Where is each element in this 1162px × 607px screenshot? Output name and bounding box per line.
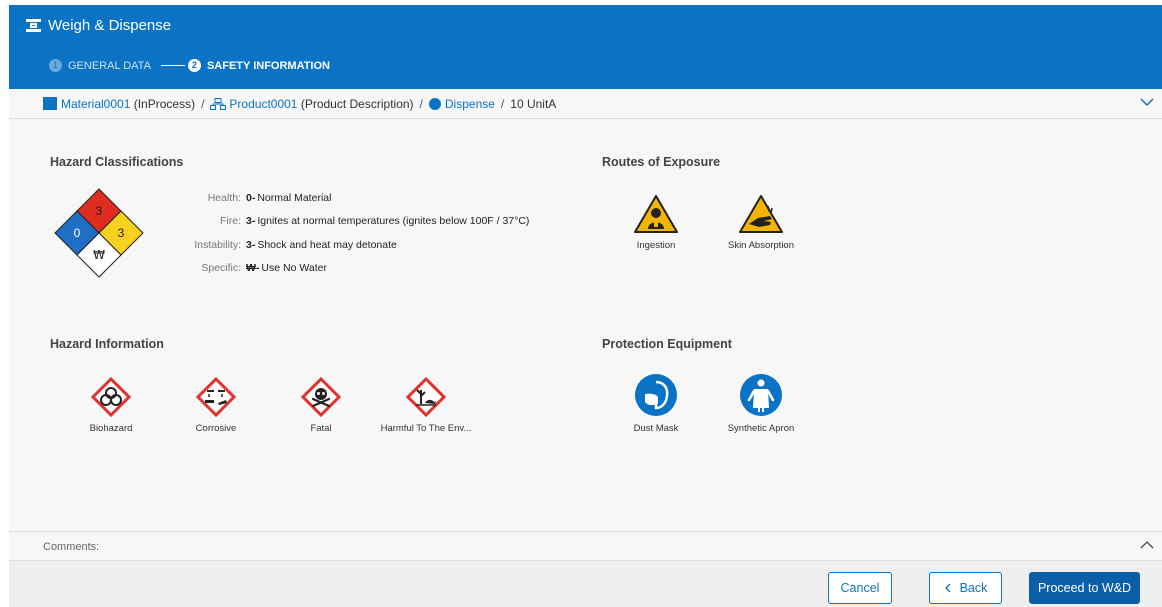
operation-icon: [428, 97, 441, 110]
action-footer: Cancel Back Proceed to W&D: [9, 561, 1162, 607]
breadcrumb-operation[interactable]: Dispense: [428, 97, 495, 111]
hazard-label: Instability:: [194, 238, 241, 251]
hazard-text: Use No Water: [261, 262, 327, 275]
hazard-label: Specific:: [201, 262, 241, 275]
cancel-button[interactable]: Cancel: [828, 572, 892, 604]
chevron-up-icon[interactable]: [1140, 540, 1154, 550]
hazard-label: Fatal: [310, 423, 332, 434]
skull-crossbones-icon: [301, 377, 341, 417]
hazard-label: Corrosive: [195, 423, 237, 434]
hazard-row-health: Health: 0- Normal Material: [185, 186, 529, 210]
hazard-row-specific: Specific: ₩- Use No Water: [185, 257, 529, 281]
product-structure-icon: [210, 97, 227, 110]
protection-equipment-title: Protection Equipment: [602, 337, 732, 351]
breadcrumb-material[interactable]: Material0001 (InProcess): [43, 97, 195, 111]
nfpa-fire-value: 3: [96, 204, 103, 218]
breadcrumb-separator: /: [419, 96, 423, 111]
ppe-label: Synthetic Apron: [727, 423, 795, 434]
corrosive-icon: [196, 377, 236, 417]
weigh-dispense-panel: Weigh & Dispense 1 GENERAL DATA 2 SAFETY…: [9, 5, 1162, 607]
hazard-label: Biohazard: [89, 423, 133, 434]
breadcrumb: Material0001 (InProcess) / Product0001 (…: [9, 89, 1162, 119]
hazard-value: 3-: [246, 215, 256, 228]
dust-mask-icon: [635, 374, 677, 416]
step-general-data[interactable]: GENERAL DATA: [68, 60, 151, 72]
nfpa-diamond-icon: 3 0 3 ₩: [54, 188, 144, 278]
hazard-label: Harmful To The Env...: [380, 423, 472, 434]
nfpa-specific-value: ₩: [93, 248, 105, 262]
step-2-number[interactable]: 2: [187, 59, 201, 72]
material-status: (InProcess): [133, 96, 196, 111]
product-description: (Product Description): [300, 96, 414, 111]
hazard-information-title: Hazard Information: [50, 337, 164, 351]
nfpa-instability-value: 3: [118, 226, 125, 240]
hazard-text: Ignites at normal temperatures (ignites …: [257, 215, 530, 228]
route-ingestion: Ingestion: [606, 194, 706, 251]
no-water-symbol: ₩-: [246, 262, 260, 275]
breadcrumb-quantity: 10 UnitA: [510, 96, 557, 111]
hazard-label: Health:: [207, 191, 241, 204]
nfpa-health-value: 0: [74, 226, 81, 240]
scale-icon: [26, 19, 41, 32]
proceed-button[interactable]: Proceed to W&D: [1029, 572, 1140, 604]
environment-hazard-icon: [406, 377, 446, 417]
step-safety-information[interactable]: SAFETY INFORMATION: [207, 60, 330, 72]
hazard-corrosive: Corrosive: [166, 377, 266, 434]
hazard-fatal: Fatal: [271, 377, 371, 434]
product-link[interactable]: Product0001: [229, 97, 297, 111]
ppe-synthetic-apron: Synthetic Apron: [711, 373, 811, 434]
back-button[interactable]: Back: [929, 572, 1002, 604]
biohazard-icon: [91, 377, 131, 417]
chevron-left-icon: [944, 583, 951, 593]
app-title-text: Weigh & Dispense: [48, 17, 172, 34]
material-link[interactable]: Material0001: [61, 97, 130, 111]
skin-absorption-warning-icon: [739, 195, 783, 233]
hazard-row-instability: Instability: 3- Shock and heat may deton…: [185, 233, 529, 257]
wizard-steps: 1 GENERAL DATA 2 SAFETY INFORMATION: [49, 59, 330, 72]
routes-of-exposure-title: Routes of Exposure: [602, 155, 721, 169]
hazard-biohazard: Biohazard: [61, 377, 161, 434]
hazard-value: 3-: [246, 238, 256, 251]
hazard-classifications-title: Hazard Classifications: [50, 155, 184, 169]
ingestion-warning-icon: [634, 195, 678, 233]
back-button-label: Back: [959, 581, 988, 595]
ppe-label: Dust Mask: [633, 423, 679, 434]
step-connector: [160, 65, 185, 66]
hazard-row-fire: Fire: 3- Ignites at normal temperatures …: [185, 210, 529, 234]
step-1-number[interactable]: 1: [49, 59, 62, 72]
hazard-text: Shock and heat may detonate: [257, 238, 397, 251]
app-header: Weigh & Dispense 1 GENERAL DATA 2 SAFETY…: [9, 5, 1162, 89]
route-label: Ingestion: [636, 240, 676, 251]
operation-link[interactable]: Dispense: [445, 97, 495, 111]
breadcrumb-separator: /: [201, 96, 205, 111]
comments-label: Comments:: [43, 541, 100, 553]
comments-panel[interactable]: Comments:: [9, 531, 1162, 561]
hazard-label: Fire:: [220, 215, 241, 228]
breadcrumb-separator: /: [500, 96, 505, 111]
hazard-details: Health: 0- Normal Material Fire: 3- Igni…: [185, 186, 529, 280]
chevron-down-icon[interactable]: [1140, 97, 1154, 107]
route-label: Skin Absorption: [727, 240, 794, 251]
apron-icon: [740, 374, 782, 416]
hazard-text: Normal Material: [257, 191, 332, 204]
material-icon: [43, 97, 57, 110]
hazard-environment: Harmful To The Env...: [376, 377, 476, 434]
ppe-dust-mask: Dust Mask: [606, 373, 706, 434]
app-title: Weigh & Dispense: [26, 17, 171, 34]
route-skin-absorption: Skin Absorption: [711, 194, 811, 251]
breadcrumb-product[interactable]: Product0001 (Product Description): [210, 96, 414, 111]
hazard-value: 0-: [246, 191, 256, 204]
